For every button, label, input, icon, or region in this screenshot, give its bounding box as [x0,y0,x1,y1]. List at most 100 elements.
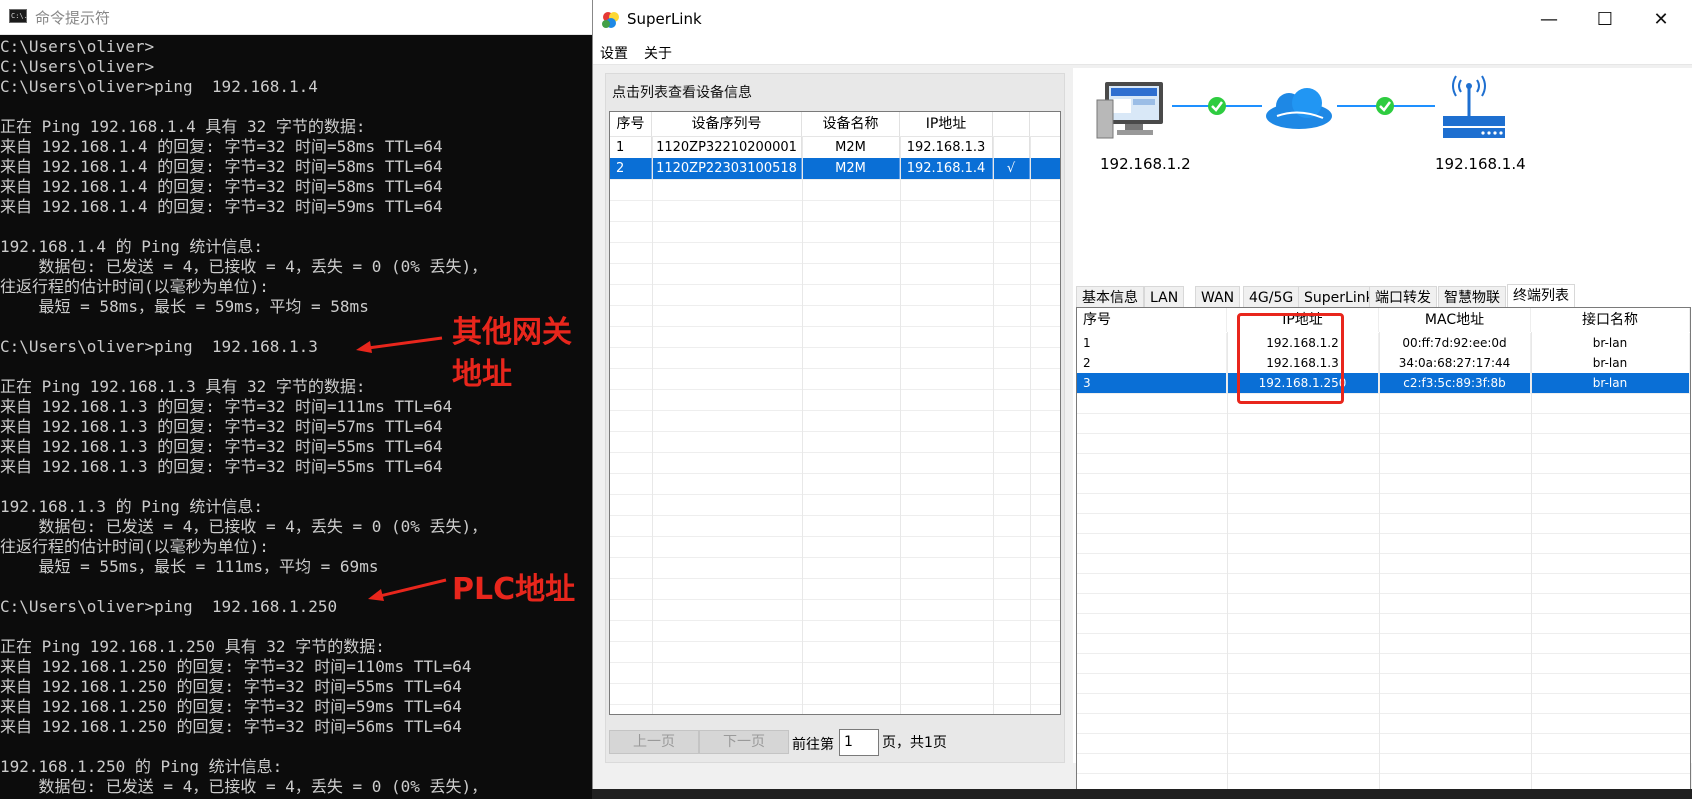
terminal-no: 2 [1077,353,1227,373]
tab-smart-iot[interactable]: 智慧物联 [1438,286,1506,308]
router-icon [1443,75,1505,138]
column-header-mac[interactable]: MAC地址 [1379,308,1531,332]
tab-wan[interactable]: WAN [1195,286,1241,308]
page-total-label: 页，共1页 [882,735,947,751]
superlink-titlebar[interactable]: SuperLink — ☐ ✕ [593,0,1692,40]
menu-bar: 设置 关于 [593,40,1692,65]
device-name: M2M [802,158,900,179]
device-no: 2 [610,158,652,179]
taskbar-strip [592,789,1692,799]
table-row[interactable]: 2 192.168.1.3 34:0a:68:27:17:44 br-lan [1077,353,1690,373]
superlink-window[interactable]: SuperLink — ☐ ✕ 设置 关于 点击列表查看设备信息 序号 设备序列… [592,0,1692,799]
pc-ip-label: 192.168.1.2 [1100,155,1191,173]
page-number-input[interactable]: 1 [839,729,879,756]
prev-page-button[interactable]: 上一页 [609,730,699,754]
grid-row-line [1077,673,1690,674]
grid-row-line [1077,433,1690,434]
column-header-ip[interactable]: IP地址 [900,112,993,136]
tab-basic-info[interactable]: 基本信息 [1076,286,1144,308]
table-row-selected[interactable]: 3 192.168.1.250 c2:f3:5c:89:3f:8b br-lan [1077,373,1690,393]
annotation-arrow-plc-icon [368,578,447,601]
column-header-interface[interactable]: 接口名称 [1531,308,1690,332]
grid-row-line [1077,513,1690,514]
grid-row-line [1077,453,1690,454]
console-line: 来自 192.168.1.3 的回复: 字节=32 时间=57ms TTL=64 [0,417,443,436]
column-header-device-name[interactable]: 设备名称 [802,112,900,136]
terminal-mac: 34:0a:68:27:17:44 [1379,353,1531,373]
cmd-titlebar[interactable]: C:\. 命令提示符 [0,0,592,35]
device-no: 1 [610,137,652,158]
grid-row-line [1077,553,1690,554]
tab-lan[interactable]: LAN [1144,286,1185,308]
console-line: 数据包: 已发送 = 4，已接收 = 4，丢失 = 0 (0% 丢失)， [0,257,488,276]
column-header-no[interactable]: 序号 [610,112,652,136]
superlink-logo-icon [602,12,619,28]
device-table-header: 序号 设备序列号 设备名称 IP地址 [610,112,1060,137]
command-prompt-window[interactable]: C:\. 命令提示符 C:\Users\oliver> C:\Users\oliv… [0,0,592,799]
menu-settings[interactable]: 设置 [600,43,628,63]
terminal-mac: c2:f3:5c:89:3f:8b [1379,373,1531,393]
terminal-no: 1 [1077,333,1227,353]
close-button[interactable]: ✕ [1633,0,1689,40]
grid-column-line [652,136,653,714]
annotation-arrow-gateway-icon [356,336,443,353]
next-page-button[interactable]: 下一页 [699,730,789,754]
menu-about[interactable]: 关于 [644,43,672,63]
cmd-window-title: 命令提示符 [35,9,111,27]
console-line: 192.168.1.3 的 Ping 统计信息: [0,497,264,516]
device-ip: 192.168.1.3 [900,137,993,158]
column-header-serial[interactable]: 设备序列号 [652,112,802,136]
grid-row-line [1077,733,1690,734]
terminal-mac: 00:ff:7d:92:ee:0d [1379,333,1531,353]
maximize-button[interactable]: ☐ [1577,0,1633,40]
grid-row-line [1077,573,1690,574]
console-line: 来自 192.168.1.250 的回复: 字节=32 时间=110ms TTL… [0,657,472,676]
tab-terminal-list[interactable]: 终端列表 [1507,284,1575,308]
minimize-button[interactable]: — [1521,0,1577,40]
console-line: 来自 192.168.1.4 的回复: 字节=32 时间=59ms TTL=64 [0,197,443,216]
annotation-plc: PLC地址 [452,572,576,607]
console-line: 来自 192.168.1.3 的回复: 字节=32 时间=55ms TTL=64 [0,437,443,456]
cloud-icon [1266,88,1332,129]
tab-port-forward[interactable]: 端口转发 [1369,286,1437,308]
page-goto-label: 前往第 [792,737,834,753]
terminal-no: 3 [1077,373,1227,393]
grid-row-line [1077,473,1690,474]
grid-row-line [1077,713,1690,714]
grid-row-line [1077,653,1690,654]
console-line: 来自 192.168.1.3 的回复: 字节=32 时间=55ms TTL=64 [0,457,443,476]
cmd-window-icon: C:\. [9,9,28,23]
device-table[interactable]: 序号 设备序列号 设备名称 IP地址 1 1120ZP32210200001 M… [609,111,1061,715]
tab-superlink[interactable]: SuperLink [1298,286,1380,308]
annotation-gateway-line1: 其他网关 [452,315,572,350]
console-line: 192.168.1.4 的 Ping 统计信息: [0,237,264,256]
table-row[interactable]: 1 192.168.1.2 00:ff:7d:92:ee:0d br-lan [1077,333,1690,353]
superlink-window-title: SuperLink [627,10,702,28]
console-line: 数据包: 已发送 = 4，已接收 = 4，丢失 = 0 (0% 丢失)， [0,777,488,796]
grid-column-line [1030,136,1031,714]
grid-row-line [1077,633,1690,634]
grid-column-line [993,136,994,714]
tab-4g5g[interactable]: 4G/5G [1243,286,1300,308]
console-line: 192.168.1.250 的 Ping 统计信息: [0,757,283,776]
device-detail-panel: 192.168.1.2 192.168.1.4 基本信息 LAN WAN 4G/… [1073,68,1692,793]
console-line: 来自 192.168.1.250 的回复: 字节=32 时间=59ms TTL=… [0,697,462,716]
grid-row-line [1077,533,1690,534]
computer-icon [1096,82,1163,139]
column-header-no[interactable]: 序号 [1077,308,1227,332]
console-line: 来自 192.168.1.250 的回复: 字节=32 时间=56ms TTL=… [0,717,462,736]
terminal-interface: br-lan [1531,353,1690,373]
device-serial: 1120ZP22303100518 [652,158,802,179]
terminal-interface: br-lan [1531,333,1690,353]
grid-row-line [1077,753,1690,754]
console-line: 往返行程的估计时间(以毫秒为单位): [0,537,269,556]
device-list-panel: 点击列表查看设备信息 序号 设备序列号 设备名称 IP地址 1 1120ZP32… [605,73,1065,763]
terminal-table[interactable]: 序号 IP地址 MAC地址 接口名称 1 192.168.1.2 00:ff:7… [1076,307,1691,793]
console-line: C:\Users\oliver> [0,57,155,76]
cmd-console-output[interactable]: C:\Users\oliver> C:\Users\oliver> C:\Users… [0,37,592,797]
console-line: C:\Users\oliver>ping 192.168.1.4 [0,77,318,96]
grid-row-line [1077,593,1690,594]
